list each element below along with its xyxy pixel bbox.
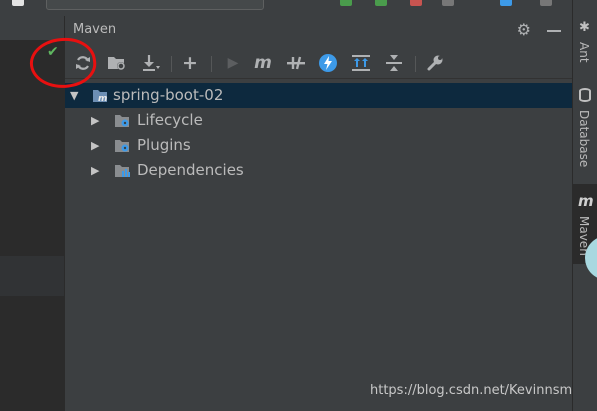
editor-highlight-band <box>0 256 64 296</box>
svg-text:m: m <box>98 94 107 103</box>
folder-bars-icon <box>115 165 130 177</box>
watermark-text: https://blog.csdn.net/Kevinnsm <box>370 383 573 398</box>
tree-node-dependencies[interactable]: ▶ Dependencies <box>65 158 573 183</box>
collapsed-arrow-icon[interactable]: ▶ <box>91 108 99 133</box>
maven-logo-icon: m <box>578 192 594 210</box>
add-maven-project-button[interactable]: + <box>179 52 201 74</box>
collapse-icon <box>386 55 402 71</box>
collapse-all-button[interactable] <box>383 52 405 74</box>
run-maven-build-button[interactable]: ▶ <box>222 52 244 74</box>
coverage-icon[interactable] <box>410 0 422 6</box>
debug-icon[interactable] <box>375 0 387 6</box>
toolbar-separator <box>211 56 212 72</box>
lightning-icon <box>319 54 337 72</box>
toolbar-separator <box>415 56 416 72</box>
folder-gear-icon <box>115 115 129 127</box>
wrench-icon <box>427 55 443 71</box>
toolbar-separator <box>171 56 172 72</box>
maven-module-icon: m <box>93 90 107 103</box>
maven-projects-tree: ▼ m spring-boot-02 ▶ Lifecycle ▶ Plugins… <box>65 83 573 183</box>
maven-title-bar: Maven ⚙ <box>65 16 573 44</box>
tree-label: Lifecycle <box>137 111 203 129</box>
collapsed-arrow-icon[interactable]: ▶ <box>91 133 99 158</box>
search-everywhere-icon[interactable] <box>540 0 552 6</box>
maven-settings-button[interactable] <box>424 52 446 74</box>
project-name: spring-boot-02 <box>113 86 224 104</box>
download-icon <box>143 55 160 71</box>
maven-toolbar: + ▶ m <box>65 48 573 79</box>
gear-icon[interactable]: ⚙ <box>517 20 531 39</box>
folder-refresh-icon <box>108 57 125 70</box>
toggle-offline-mode-button[interactable] <box>285 52 307 74</box>
build-icon[interactable] <box>12 0 24 6</box>
database-tool-button[interactable]: Database <box>573 86 597 174</box>
dependencies-icon <box>352 55 370 71</box>
tree-node-lifecycle[interactable]: ▶ Lifecycle <box>65 108 573 133</box>
ant-label: Ant <box>577 42 591 63</box>
run-configuration-selector[interactable] <box>46 0 264 10</box>
database-label: Database <box>577 110 591 168</box>
run-icon[interactable] <box>340 0 352 6</box>
skip-tests-button[interactable] <box>317 52 339 74</box>
maven-panel-title: Maven <box>73 22 117 37</box>
database-icon <box>579 88 591 102</box>
tree-label: Dependencies <box>137 161 244 179</box>
tree-label: Plugins <box>137 136 191 154</box>
ant-tool-button[interactable]: ✱ Ant <box>573 18 597 70</box>
maven-tool-window: Maven ⚙ + ▶ m ▼ m spring-boot-02 ▶ Lifec… <box>64 16 573 411</box>
minimize-icon[interactable] <box>547 30 561 32</box>
project-structure-icon[interactable] <box>500 0 512 6</box>
download-sources-button[interactable] <box>139 52 161 74</box>
ant-icon: ✱ <box>579 20 590 35</box>
right-tool-stripe: ✱ Ant Database m Maven <box>572 0 597 411</box>
collapsed-arrow-icon[interactable]: ▶ <box>91 158 99 183</box>
ide-main-toolbar <box>0 0 572 16</box>
tree-node-plugins[interactable]: ▶ Plugins <box>65 133 573 158</box>
folder-gear-icon <box>115 140 129 152</box>
show-dependencies-button[interactable] <box>350 52 372 74</box>
execute-maven-goal-button[interactable]: m <box>252 52 274 74</box>
generate-sources-button[interactable] <box>106 52 128 74</box>
offline-icon <box>287 56 305 70</box>
tree-node-project[interactable]: ▼ m spring-boot-02 <box>65 83 573 108</box>
stop-icon[interactable] <box>442 0 454 6</box>
editor-header <box>0 16 64 40</box>
